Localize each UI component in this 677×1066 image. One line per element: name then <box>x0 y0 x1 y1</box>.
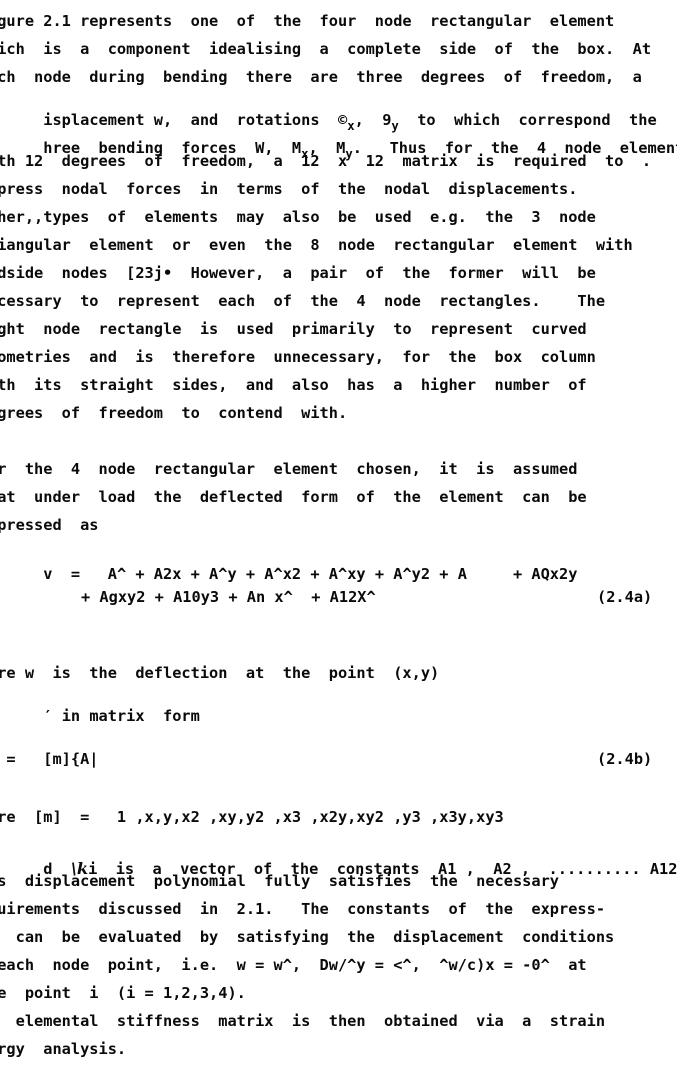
text-line: each node point, i.e. w = w^, Dw/^y = <^… <box>0 956 587 974</box>
text-line: ith 12 degrees of freedom, a 12 x 12 mat… <box>0 152 652 170</box>
text-line: idside nodes [23j• However, a pair of th… <box>0 264 596 282</box>
equation-number-2-4a: (2.4a) <box>597 588 653 606</box>
text-line: riangular element or even the 8 node rec… <box>0 236 633 254</box>
text-line-matrix-form: ′ in matrix form <box>0 694 200 740</box>
text-line: ach node during bending there are three … <box>0 68 642 86</box>
text-line: xpressed as <box>0 516 99 534</box>
equation-2-4b: w = [m]{A| <box>6 750 99 768</box>
text-line: n can be evaluated by satisfying the dis… <box>0 928 615 946</box>
text-line: hat under load the deflected form of the… <box>0 488 587 506</box>
text-run: in matrix form <box>52 707 200 726</box>
equation-number-2-4b: (2.4b) <box>597 750 653 768</box>
text-line: ith its straight sides, and also has a h… <box>0 376 587 394</box>
text-line: quirements discussed in 2.1. The constan… <box>0 900 606 918</box>
equation-rhs: = A^ + A2x + A^y + A^x2 + A^xy + A^y2 + … <box>52 565 578 584</box>
text-line-matrix-definition: ere [m] = 1 ,x,y,x2 ,xy,y2 ,x3 ,x2y,xy2 … <box>0 808 504 826</box>
text-line: hich is a component idealising a complet… <box>0 40 652 58</box>
text-line: ther,,types of elements may also be used… <box>0 208 596 226</box>
text-line: ergy analysis. <box>0 1040 127 1058</box>
text-line: igure 2.1 represents one of the four nod… <box>0 12 615 30</box>
text-line: eometries and is therefore unnecessary, … <box>0 348 596 366</box>
text-line: de point i (i = 1,2,3,4). <box>0 984 246 1002</box>
text-line: ecessary to represent each of the 4 node… <box>0 292 606 310</box>
text-line: xpress nodal forces in terms of the noda… <box>0 180 578 198</box>
equation-2-4a-line-2: + Agxy2 + A10y3 + An x^ + A12X^ <box>81 588 376 606</box>
text-line: ere w is the deflection at the point (x,… <box>0 664 440 682</box>
text-line: ight node rectangle is used primarily to… <box>0 320 587 338</box>
text-line: is displacement polynomial fully satisfi… <box>0 872 559 890</box>
text-line: or the 4 node rectangular element chosen… <box>0 460 578 478</box>
text-line: e elemental stiffness matrix is then obt… <box>0 1012 606 1030</box>
text-line: egrees of freedom to contend with. <box>0 404 348 422</box>
document-page: igure 2.1 represents one of the four nod… <box>0 0 677 1066</box>
